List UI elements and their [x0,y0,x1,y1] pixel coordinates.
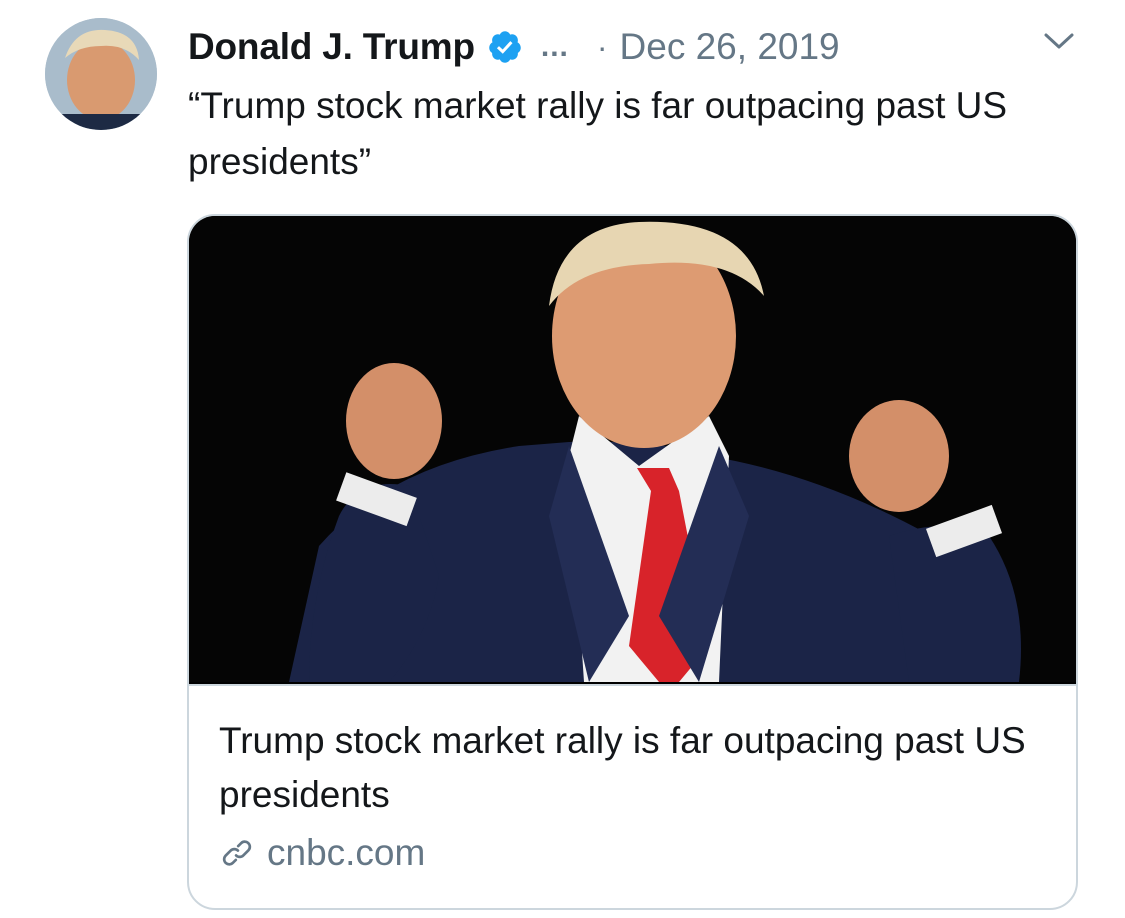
card-domain[interactable]: cnbc.com [219,828,425,878]
link-icon [222,840,252,866]
author-name[interactable]: Donald J. Trump [188,26,475,68]
tweet-date[interactable]: Dec 26, 2019 [620,26,840,68]
tweet-text: “Trump stock market rally is far outpaci… [188,85,1008,182]
more-options-ellipsis[interactable]: ... [541,30,569,64]
card-photo [189,216,1076,682]
card-domain-text: cnbc.com [267,832,426,873]
tweet-header: Donald J. Trump ... · Dec 26, 2019 [188,20,1088,74]
link-preview-card[interactable]: Trump stock market rally is far outpacin… [187,214,1078,910]
card-title[interactable]: Trump stock market rally is far outpacin… [219,714,1059,822]
author-avatar[interactable] [45,18,157,130]
verified-badge-icon [489,31,521,63]
chevron-down-icon[interactable] [1042,30,1076,52]
date-separator: · [596,28,608,65]
avatar-portrait [45,18,157,130]
card-image[interactable] [189,216,1076,686]
